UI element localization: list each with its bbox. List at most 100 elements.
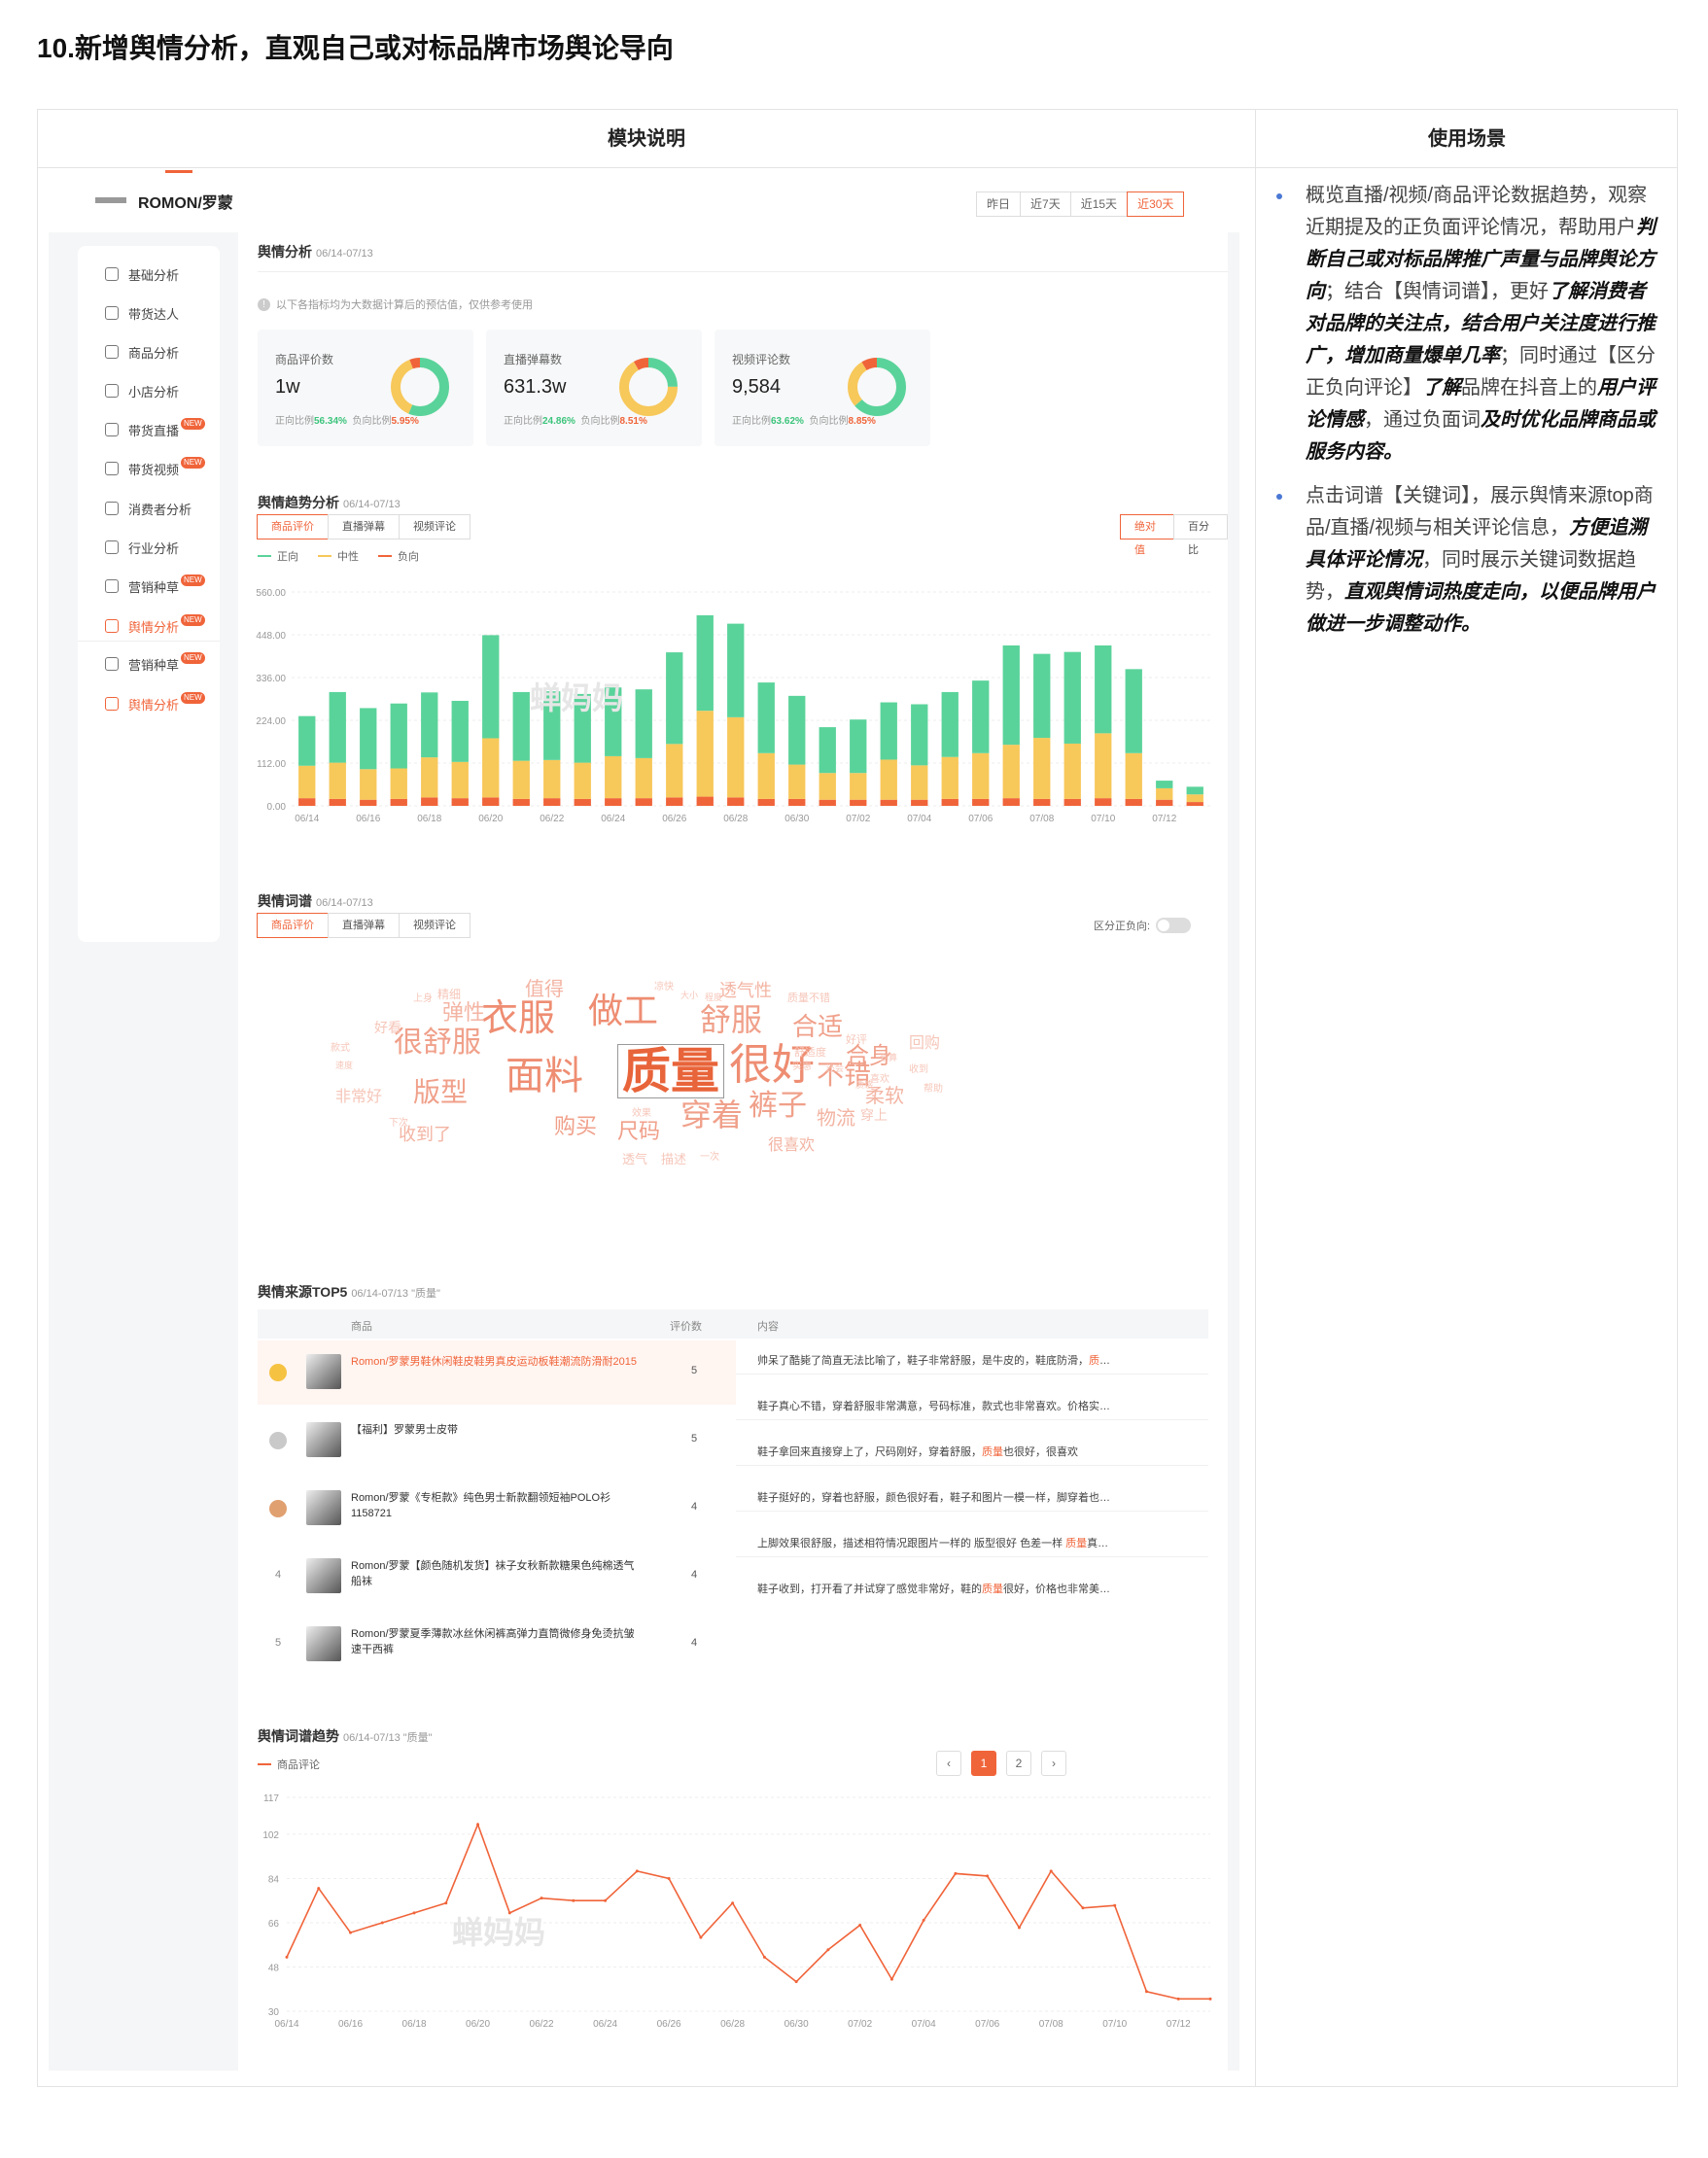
bar-segment-正向 (1033, 653, 1051, 739)
sidebar-item[interactable]: 消费者分析 (105, 494, 192, 523)
next-page-button[interactable]: › (1041, 1751, 1066, 1776)
wordcloud-word[interactable]: 好看 (374, 1021, 401, 1034)
wordcloud-word[interactable]: 裤子 (749, 1092, 807, 1121)
date-tab[interactable]: 昨日 (976, 191, 1022, 217)
bar-segment-负向 (788, 798, 806, 806)
comment-item[interactable]: 上脚效果很舒服，描述相符情况跟图片一样的 版型很好 色差一样 质量真… (757, 1535, 1208, 1550)
sidebar-item[interactable]: 带货达人 (105, 298, 179, 328)
comment-item[interactable]: 鞋子拿回来直接穿上了，尺码刚好，穿着舒服，质量也很好，很喜欢 (757, 1444, 1208, 1459)
bar-segment-负向 (911, 799, 928, 806)
page-button[interactable]: 2 (1006, 1751, 1031, 1776)
prev-page-button[interactable]: ‹ (936, 1751, 961, 1776)
wordcloud-word[interactable]: 舒适度 (794, 1048, 826, 1059)
table-row[interactable]: 4 Romon/罗蒙【颜色随机发货】袜子女秋新款糖果色纯棉透气船袜 4 (258, 1545, 736, 1609)
tab[interactable]: 直播弹幕 (328, 514, 400, 540)
wordcloud-word[interactable]: 合适 (792, 1014, 843, 1039)
wordcloud-word[interactable]: 上身 (413, 994, 433, 1004)
legend-label: 正向 (277, 551, 298, 563)
wordcloud-word[interactable]: 很舒服 (394, 1028, 481, 1058)
wordcloud-word[interactable]: 下次 (389, 1119, 408, 1129)
wordcloud-word[interactable]: 精细 (437, 989, 461, 1000)
sidebar-item[interactable]: 带货直播 NEW (105, 415, 205, 444)
wordcloud-word[interactable]: 很喜欢 (768, 1138, 815, 1154)
table-row[interactable]: Romon/罗蒙男鞋休闲鞋皮鞋男真皮运动板鞋潮流防滑耐2015 5 (258, 1340, 736, 1405)
wordcloud-word[interactable]: 回购 (909, 1036, 940, 1052)
comment-item[interactable]: 帅呆了酷毙了简直无法比喻了，鞋子非常舒服，是牛皮的，鞋底防滑，质… (757, 1352, 1208, 1368)
sidebar-item-label: 带货视频 (128, 462, 180, 477)
table-row[interactable]: Romon/罗蒙《专柜款》纯色男士新款翻领短袖POLO衫1158721 4 (258, 1477, 736, 1541)
sidebar-item[interactable]: 商品分析 (105, 337, 179, 366)
wordcloud-word[interactable]: 版型 (413, 1078, 468, 1106)
wordcloud-word[interactable]: 购买 (554, 1116, 597, 1137)
tab[interactable]: 视频评论 (399, 913, 471, 938)
sidebar-item[interactable]: 舆情分析 NEW (105, 689, 205, 718)
wordcloud-word[interactable]: 程度 (705, 992, 722, 1002)
wordcloud-word[interactable]: 帮助 (924, 1085, 943, 1095)
product-name[interactable]: Romon/罗蒙【颜色随机发货】袜子女秋新款糖果色纯棉透气船袜 (351, 1558, 643, 1589)
page-title: 10.新增舆情分析，直观自己或对标品牌市场舆论导向 (37, 33, 674, 63)
tab[interactable]: 绝对值 (1120, 514, 1174, 556)
tab[interactable]: 商品评价 (257, 514, 329, 540)
wordcloud-word[interactable]: 面料 (505, 1057, 583, 1096)
wordcloud-word[interactable]: 舒服 (700, 1004, 762, 1035)
sentiment-toggle[interactable]: 区分正负向: (1094, 918, 1192, 933)
sidebar-item[interactable]: 小店分析 (105, 376, 179, 405)
product-name[interactable]: Romon/罗蒙男鞋休闲鞋皮鞋男真皮运动板鞋潮流防滑耐2015 (351, 1354, 643, 1370)
wordcloud-word[interactable]: 尺码 (617, 1121, 660, 1142)
bar-segment-正向 (421, 692, 438, 758)
wordcloud-word[interactable]: 物流 (817, 1109, 855, 1129)
bar-segment-正向 (451, 700, 469, 762)
date-tab[interactable]: 近7天 (1020, 191, 1071, 217)
wordcloud-word[interactable]: 透气性 (719, 982, 772, 999)
wordcloud-word[interactable]: 收到 (909, 1065, 928, 1075)
wordcloud-word[interactable]: 效果 (632, 1109, 651, 1119)
tab[interactable]: 直播弹幕 (328, 913, 400, 938)
toggle-switch[interactable] (1156, 918, 1192, 933)
product-name[interactable]: Romon/罗蒙《专柜款》纯色男士新款翻领短袖POLO衫1158721 (351, 1490, 643, 1521)
sidebar-item[interactable]: 舆情分析 NEW (105, 611, 205, 641)
date-tab[interactable]: 近15天 (1069, 191, 1129, 217)
sidebar-item[interactable]: 行业分析 (105, 533, 179, 562)
wordcloud-word[interactable]: 款式 (331, 1044, 350, 1054)
wordcloud-word[interactable]: 值得 (525, 980, 564, 999)
wordcloud-word[interactable]: 衣服 (481, 1000, 555, 1037)
wordcloud-word[interactable]: 划算 (880, 1053, 897, 1062)
page-button[interactable]: 1 (971, 1751, 996, 1776)
wordcloud-word[interactable]: 质量 (617, 1044, 724, 1098)
comment-item[interactable]: 鞋子收到，打开看了并试穿了感觉非常好，鞋的质量很好，价格也非常美… (757, 1581, 1208, 1596)
wordcloud-word[interactable]: 穿着 (680, 1099, 743, 1131)
wordcloud-word[interactable]: 还会 (826, 1063, 844, 1073)
sidebar-item[interactable]: 营销种草 NEW (105, 572, 205, 601)
sidebar-item[interactable]: 营销种草 NEW (105, 649, 205, 679)
wordcloud-word[interactable]: 描述 (661, 1153, 686, 1166)
wordcloud-word[interactable]: 质量不错 (787, 993, 830, 1004)
table-row[interactable]: 5 Romon/罗蒙夏季薄款冰丝休闲裤高弹力直筒微修身免烫抗皱速干西裤 4 (258, 1613, 736, 1677)
wordcloud-word[interactable]: 速度 (335, 1061, 353, 1070)
wordcloud-word[interactable]: 凉快 (654, 983, 674, 992)
wordcloud-word[interactable]: 大小 (680, 991, 698, 1000)
bar-segment-正向 (1156, 781, 1173, 788)
wordcloud-word[interactable]: 实惠 (792, 1062, 812, 1072)
comment-item[interactable]: 鞋子真心不错，穿着舒服非常满意，号码标准，款式也非常喜欢。价格实… (757, 1398, 1208, 1413)
sidebar-item[interactable]: 基础分析 (105, 260, 179, 289)
sidebar-item[interactable]: 带货视频 NEW (105, 454, 205, 483)
wordcloud-word[interactable]: 弹性 (442, 1002, 485, 1024)
rank-number: 5 (275, 1637, 282, 1649)
tab[interactable]: 视频评论 (399, 514, 471, 540)
table-row[interactable]: 【福利】罗蒙男士皮带 5 (258, 1409, 736, 1473)
comment-item[interactable]: 鞋子挺好的，穿着也舒服，颜色很好看，鞋子和图片一模一样，脚穿着也… (757, 1489, 1208, 1505)
wordcloud-word[interactable]: 非常好 (335, 1090, 382, 1105)
wordcloud-word[interactable]: 一次 (700, 1153, 719, 1163)
date-tab[interactable]: 近30天 (1127, 191, 1185, 217)
wordcloud-word[interactable]: 透气 (622, 1153, 647, 1166)
wordcloud-word[interactable]: 做工 (588, 993, 658, 1028)
tab[interactable]: 商品评价 (257, 913, 329, 938)
product-name[interactable]: Romon/罗蒙夏季薄款冰丝休闲裤高弹力直筒微修身免烫抗皱速干西裤 (351, 1626, 643, 1657)
wordcloud-word[interactable]: 柔软 (865, 1087, 904, 1106)
tab[interactable]: 百分比 (1173, 514, 1228, 556)
comment-text: … (1099, 1355, 1110, 1367)
wordcloud-word[interactable]: 好评 (846, 1035, 867, 1046)
wordcloud-word[interactable]: 穿上 (860, 1108, 888, 1122)
product-name[interactable]: 【福利】罗蒙男士皮带 (351, 1422, 643, 1438)
wordcloud-word[interactable]: 质感 (855, 1080, 873, 1090)
